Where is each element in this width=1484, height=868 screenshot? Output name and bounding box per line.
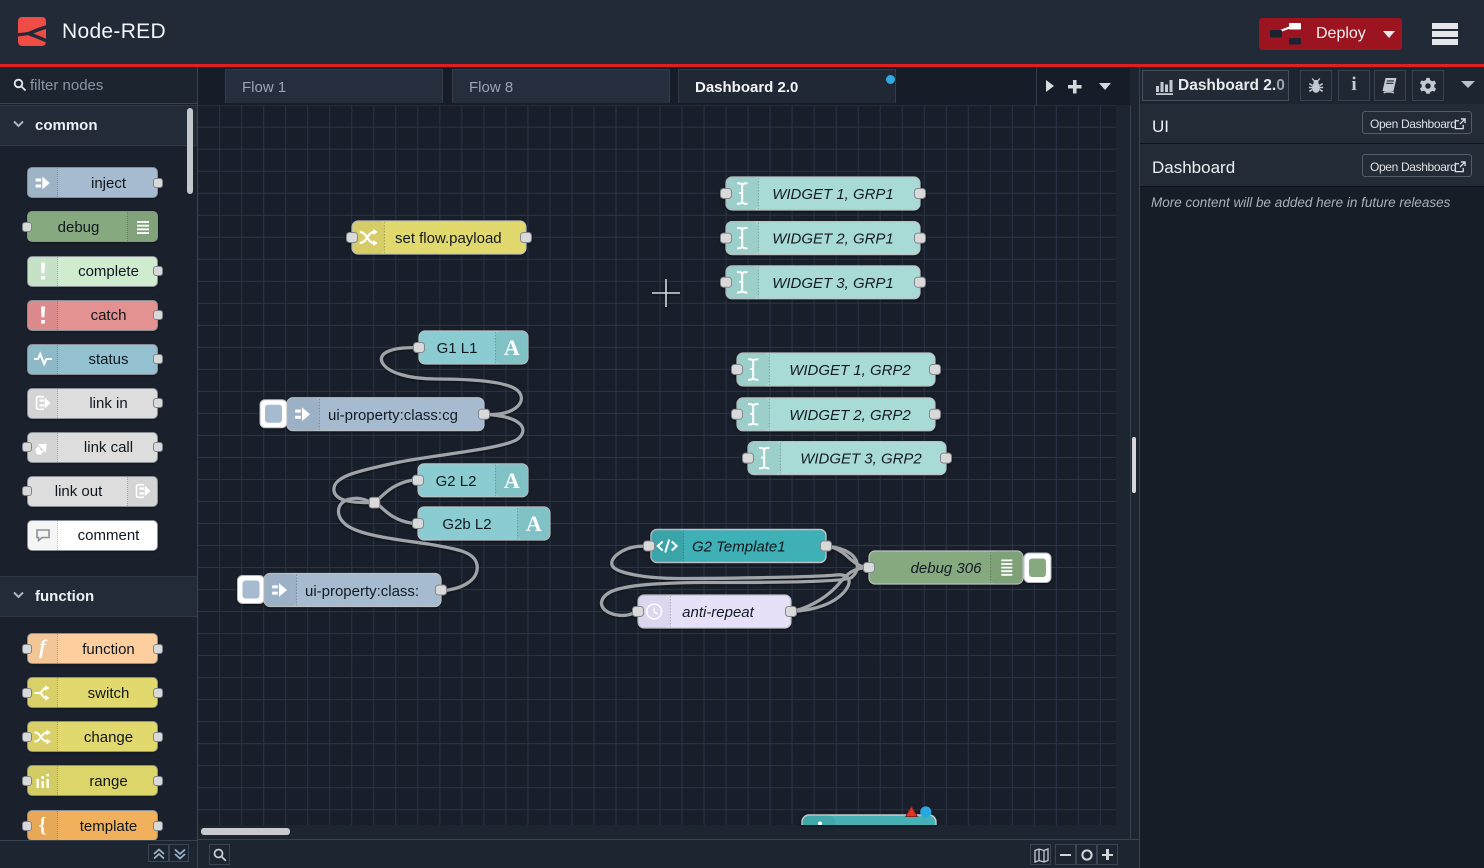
svg-text:A: A bbox=[504, 468, 520, 493]
svg-text:WIDGET 1, GRP2: WIDGET 1, GRP2 bbox=[789, 362, 911, 379]
svg-text:G2 L2: G2 L2 bbox=[436, 473, 477, 490]
svg-text:anti-repeat: anti-repeat bbox=[682, 604, 754, 621]
svg-text:ui-property:class:: ui-property:class: bbox=[305, 583, 419, 600]
svg-text:WIDGET 2, GRP1: WIDGET 2, GRP1 bbox=[772, 231, 894, 248]
svg-text:set flow.payload: set flow.payload bbox=[395, 230, 502, 247]
svg-text:A: A bbox=[504, 335, 520, 360]
svg-text:WIDGET 2, GRP2: WIDGET 2, GRP2 bbox=[789, 407, 911, 424]
svg-text:ui-property:class:cg: ui-property:class:cg bbox=[328, 407, 458, 424]
svg-text:G1 L1: G1 L1 bbox=[437, 340, 478, 357]
svg-text:WIDGET 3, GRP1: WIDGET 3, GRP1 bbox=[772, 275, 894, 292]
svg-text:WIDGET 1, GRP1: WIDGET 1, GRP1 bbox=[772, 186, 894, 203]
svg-text:debug 306: debug 306 bbox=[911, 560, 982, 577]
svg-text:A: A bbox=[526, 511, 542, 536]
svg-text:G2b L2: G2b L2 bbox=[442, 516, 491, 533]
svg-text:G2 Template1: G2 Template1 bbox=[692, 538, 786, 555]
svg-text:WIDGET 3, GRP2: WIDGET 3, GRP2 bbox=[800, 451, 922, 468]
